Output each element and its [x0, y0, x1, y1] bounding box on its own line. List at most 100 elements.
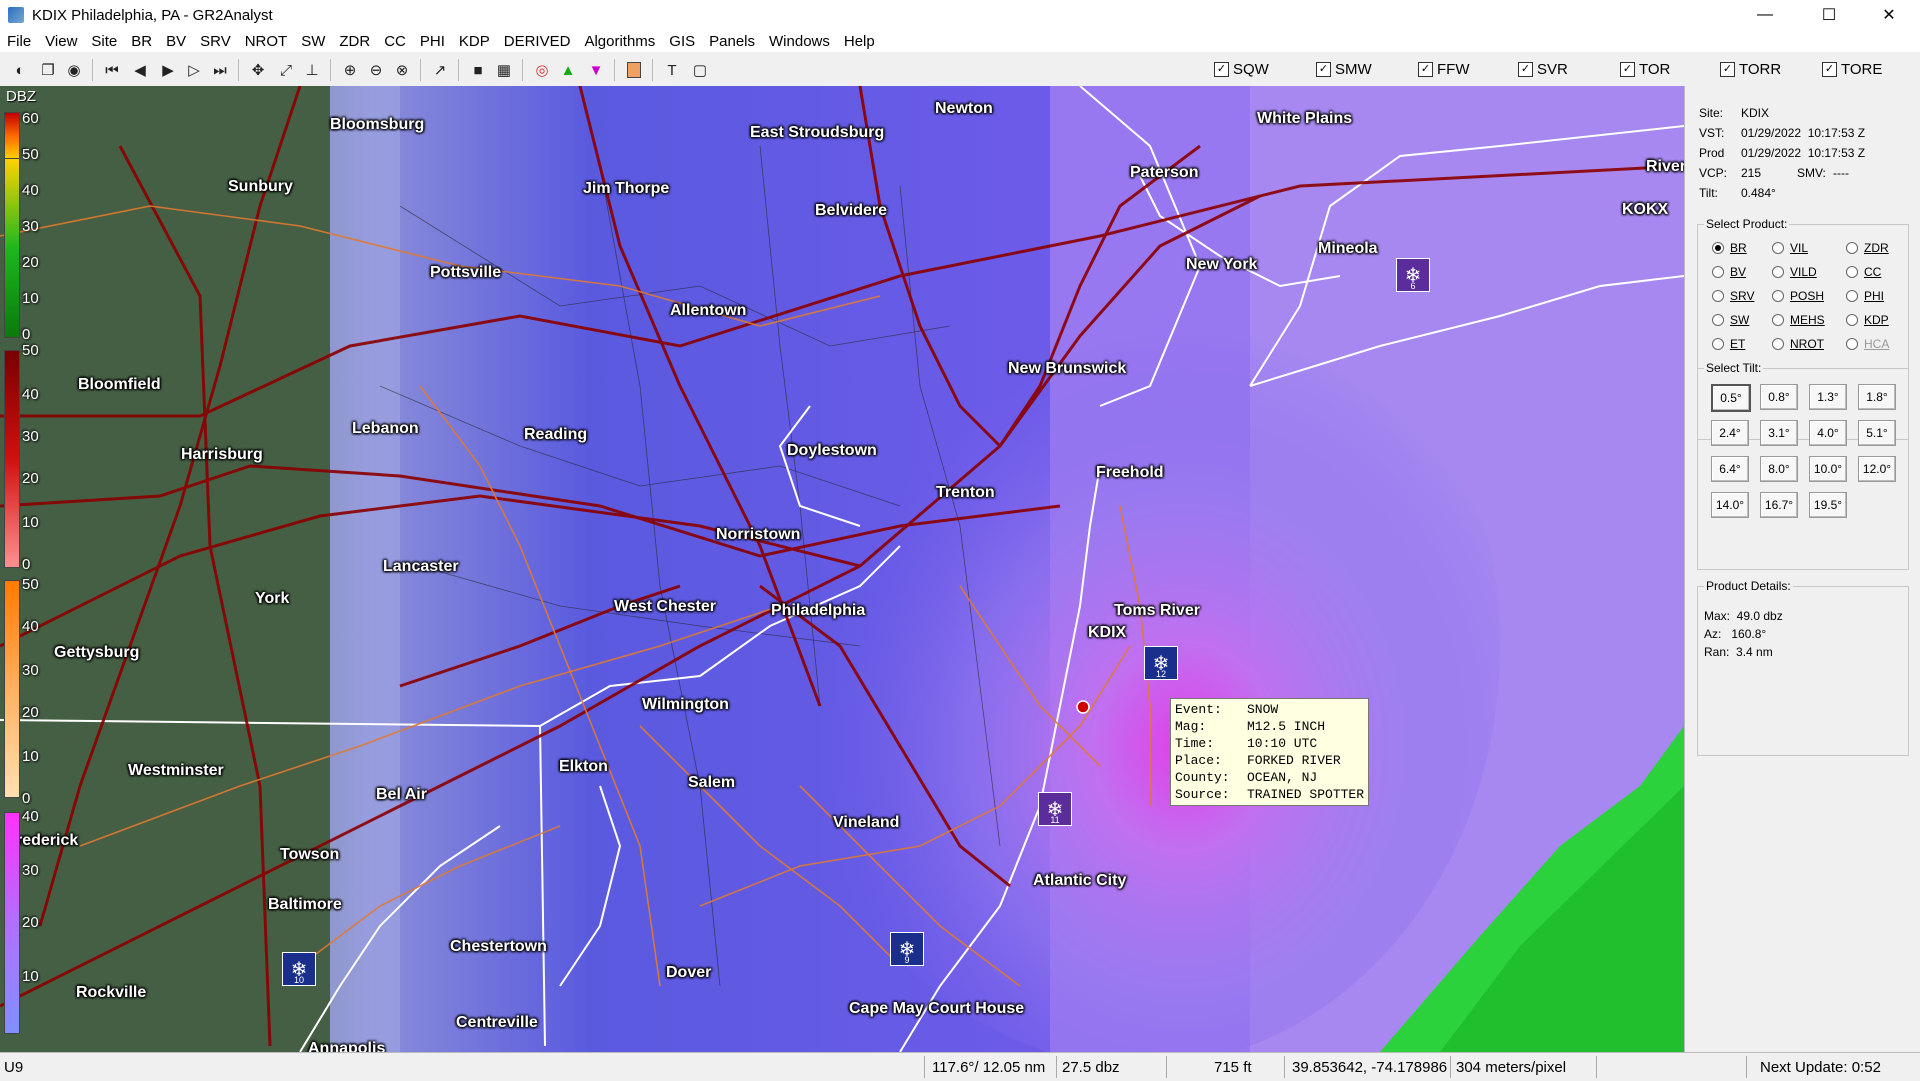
tilt-button[interactable]: 0.8° — [1760, 384, 1798, 410]
tilt-button[interactable]: 10.0° — [1809, 456, 1847, 482]
product-radio-srv[interactable]: SRV — [1712, 289, 1754, 303]
measure-icon[interactable]: ⤢ — [276, 60, 296, 80]
product-radio-phi[interactable]: PHI — [1846, 289, 1884, 303]
skip-forward-icon[interactable]: ⏭ — [210, 60, 230, 80]
product-radio-cc[interactable]: CC — [1846, 265, 1881, 279]
close-button[interactable]: ✕ — [1866, 0, 1912, 30]
menu-cc[interactable]: CC — [377, 33, 413, 50]
color-table-icon[interactable] — [624, 60, 644, 80]
triangle-up-icon[interactable]: ▲ — [558, 60, 578, 80]
menu-panels[interactable]: Panels — [702, 33, 762, 50]
city-label: Dover — [666, 964, 712, 981]
city-label: Toms River — [1114, 602, 1200, 619]
tilt-button[interactable]: 19.5° — [1809, 492, 1847, 518]
menu-bv[interactable]: BV — [159, 33, 193, 50]
tilt-button[interactable]: 6.4° — [1711, 456, 1749, 482]
tilt-button[interactable]: 0.5° — [1711, 384, 1751, 412]
tilt-button[interactable]: 1.8° — [1858, 384, 1896, 410]
open-icon[interactable]: ◐ — [10, 60, 30, 80]
snow-report-icon[interactable]: ❄ 9 — [890, 932, 924, 966]
menu-derived[interactable]: DERIVED — [497, 33, 578, 50]
menu-nrot[interactable]: NROT — [238, 33, 295, 50]
prod-info: Prod 01/29/2022 10:17:53 Z — [1699, 146, 1866, 160]
menu-br[interactable]: BR — [124, 33, 159, 50]
city-label: West Chester — [614, 598, 716, 615]
tilt-info: Tilt: 0.484° — [1699, 186, 1776, 200]
menu-view[interactable]: View — [38, 33, 84, 50]
warning-toggle-ffw[interactable]: ✓ FFW — [1418, 61, 1469, 78]
play-icon[interactable]: ▶ — [158, 60, 178, 80]
menu-sw[interactable]: SW — [294, 33, 332, 50]
snow-report-icon[interactable]: ❄ 6 — [1396, 258, 1430, 292]
pan-icon[interactable]: ✥ — [248, 60, 268, 80]
stop-icon[interactable]: ■ — [468, 60, 488, 80]
product-radio-zdr[interactable]: ZDR — [1846, 241, 1889, 255]
menu-kdp[interactable]: KDP — [452, 33, 497, 50]
tilt-button[interactable]: 5.1° — [1858, 420, 1896, 446]
product-radio-sw[interactable]: SW — [1712, 313, 1749, 327]
menu-gis[interactable]: GIS — [662, 33, 702, 50]
grid-icon[interactable]: ▦ — [494, 60, 514, 80]
tilt-button[interactable]: 1.3° — [1809, 384, 1847, 410]
zoom-in-icon[interactable]: ⊕ — [340, 60, 360, 80]
snow-report-icon[interactable]: ❄ 12 — [1144, 646, 1178, 680]
legend-tick: 20 — [22, 914, 39, 931]
tilt-button[interactable]: 2.4° — [1711, 420, 1749, 446]
menu-site[interactable]: Site — [84, 33, 124, 50]
cross-section-icon[interactable]: ⊥ — [302, 60, 322, 80]
tilt-button[interactable]: 12.0° — [1858, 456, 1896, 482]
zoom-reset-icon[interactable]: ⊗ — [392, 60, 412, 80]
tilt-button[interactable]: 14.0° — [1711, 492, 1749, 518]
tilt-button[interactable]: 8.0° — [1760, 456, 1798, 482]
snow-report-icon[interactable]: ❄ 11 — [1038, 792, 1072, 826]
tilt-button[interactable]: 16.7° — [1760, 492, 1798, 518]
pointer-icon[interactable]: ↗ — [430, 60, 450, 80]
tilt-button[interactable]: 4.0° — [1809, 420, 1847, 446]
warning-toggle-svr[interactable]: ✓ SVR — [1518, 61, 1568, 78]
product-radio-mehs[interactable]: MEHS — [1772, 313, 1825, 327]
product-radio-vild[interactable]: VILD — [1772, 265, 1817, 279]
product-radio-br[interactable]: BR — [1712, 241, 1747, 255]
product-radio-posh[interactable]: POSH — [1772, 289, 1824, 303]
minimize-button[interactable]: — — [1742, 0, 1788, 30]
snow-report-icon[interactable]: ❄ 10 — [282, 952, 316, 986]
city-label: Sunbury — [228, 178, 293, 195]
warning-toggle-smw[interactable]: ✓ SMW — [1316, 61, 1372, 78]
product-radio-kdp[interactable]: KDP — [1846, 313, 1889, 327]
menu-phi[interactable]: PHI — [413, 33, 452, 50]
storm-icon[interactable]: ◎ — [532, 60, 552, 80]
warning-toggle-tore[interactable]: ✓ TORE — [1822, 61, 1882, 78]
product-radio-nrot[interactable]: NROT — [1772, 337, 1824, 351]
menu-srv[interactable]: SRV — [193, 33, 238, 50]
zoom-out-icon[interactable]: ⊖ — [366, 60, 386, 80]
triangle-down-icon[interactable]: ▼ — [586, 60, 606, 80]
text-icon[interactable]: T — [662, 60, 682, 80]
tilt-button[interactable]: 3.1° — [1760, 420, 1798, 446]
menu-file[interactable]: File — [0, 33, 38, 50]
menu-algorithms[interactable]: Algorithms — [577, 33, 662, 50]
menu-windows[interactable]: Windows — [762, 33, 837, 50]
menu-help[interactable]: Help — [837, 33, 882, 50]
copy-icon[interactable]: ❐ — [38, 60, 58, 80]
city-label: Towson — [280, 846, 340, 863]
skip-back-icon[interactable]: ⏮ — [102, 60, 122, 80]
maximize-button[interactable]: ☐ — [1806, 0, 1852, 30]
city-label: Wilmington — [642, 696, 729, 713]
storm-report-popup: Event: SNOW Mag: M12.5 INCH Time: 10:10 UTC… — [1170, 698, 1370, 806]
warning-toggle-torr[interactable]: ✓ TORR — [1720, 61, 1781, 78]
step-back-icon[interactable]: ◀ — [130, 60, 150, 80]
warning-toggle-sqw[interactable]: ✓ SQW — [1214, 61, 1269, 78]
city-label: Annapolis — [308, 1040, 386, 1052]
control-panel: Site: KDIX VST: 01/29/2022 10:17:53 Z Prod… — [1684, 86, 1920, 1052]
step-forward-icon[interactable]: ▷ — [184, 60, 204, 80]
product-radio-bv[interactable]: BV — [1712, 265, 1746, 279]
city-label: KDIX — [1088, 624, 1127, 641]
product-radio-et[interactable]: ET — [1712, 337, 1745, 351]
legend-tick: 30 — [22, 218, 39, 235]
product-radio-vil[interactable]: VIL — [1772, 241, 1808, 255]
warning-toggle-tor[interactable]: ✓ TOR — [1620, 61, 1670, 78]
frame-icon[interactable]: ▢ — [690, 60, 710, 80]
globe-icon[interactable]: ◉ — [64, 60, 84, 80]
menu-zdr[interactable]: ZDR — [332, 33, 377, 50]
radar-map[interactable]: Bloomsburg East Stroudsburg Newton White… — [0, 86, 1684, 1052]
